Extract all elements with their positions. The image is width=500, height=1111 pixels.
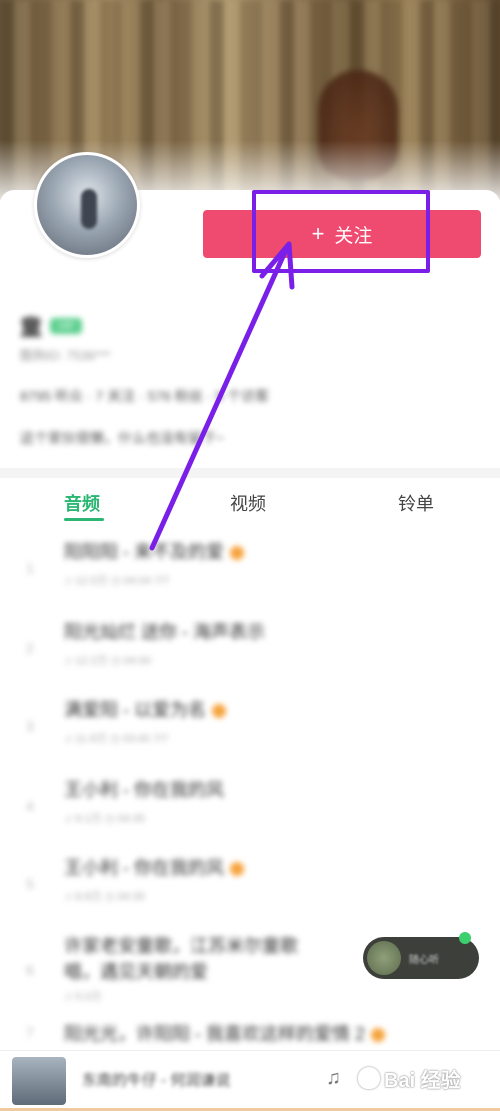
tab-audio[interactable]: 音频	[64, 490, 100, 516]
playlist-icon[interactable]: ♫	[326, 1067, 341, 1090]
profile-name: 童	[20, 315, 43, 340]
hot-icon	[230, 546, 244, 561]
profile-id: 酷狗ID: 7536***	[20, 348, 111, 363]
track-number: 1	[26, 560, 34, 576]
track-meta: ♫ 11.9万 ◷ 03:40 7/7	[64, 733, 169, 745]
track-item[interactable]: 4 王小利 - 你在我的风 ♫ 9.1万 ◷ 04:35	[0, 776, 500, 856]
hot-icon	[230, 862, 244, 877]
mini-player-label: 随心听	[409, 954, 439, 966]
section-divider	[0, 468, 500, 478]
follow-label: 关注	[334, 225, 373, 247]
plus-icon: +	[311, 221, 325, 246]
hot-icon	[212, 704, 226, 719]
follow-button[interactable]: + 关注	[203, 210, 481, 258]
track-item[interactable]: 2 阳光灿烂 送你 - 海声表示 ♫ 12.2万 ◷ 04:00	[0, 618, 500, 698]
track-number: 6	[26, 962, 34, 978]
mini-player-avatar	[367, 941, 401, 975]
track-meta: ♫ 8.8万 ◷ 04:35	[64, 891, 145, 903]
track-number: 3	[26, 718, 34, 734]
track-number: 5	[26, 876, 34, 892]
track-meta: ♫ 5.0万	[64, 991, 102, 1003]
track-meta: ♫ 12.2万 ◷ 04:00	[64, 655, 151, 667]
track-title: 王小利 - 你在我的风	[64, 854, 244, 880]
track-title-line2: 唱，遇见天朝的爱	[64, 962, 208, 982]
track-number: 7	[26, 1024, 34, 1040]
track-title: 王小利 - 你在我的风	[64, 780, 224, 800]
now-playing-cover[interactable]	[12, 1057, 66, 1105]
baidu-jingyan-watermark: Bai 经验	[358, 1058, 488, 1098]
track-title: 许家老安童歌，江苏米尔童歌	[64, 936, 298, 956]
guitar-illustration	[318, 70, 398, 180]
track-item[interactable]: 3 满爱阳 - 以爱为名 ♫ 11.9万 ◷ 03:40 7/7	[0, 696, 500, 776]
now-playing-title: 东南的牛仔 - 何润谦说	[82, 1072, 231, 1089]
profile-bio: 这个家伙很懒，什么也没有留下~	[20, 430, 225, 446]
profile-name-row: 童 VIP	[20, 310, 83, 342]
track-number: 2	[26, 640, 34, 656]
track-meta: ♫ 9.1万 ◷ 04:35	[64, 813, 145, 825]
vip-badge: VIP	[50, 318, 83, 334]
track-title: 阳光光，许阳阳 - 我喜欢这样的爱情 2	[64, 1020, 386, 1046]
tab-video[interactable]: 视频	[230, 490, 266, 516]
online-status-dot	[459, 932, 471, 944]
track-meta: ♫ 12.5万 ◷ 04:04 7/7	[64, 575, 170, 587]
content-tabs: 音频 视频 铃单	[0, 478, 500, 534]
hot-icon	[371, 1028, 386, 1043]
paw-logo-icon	[358, 1067, 380, 1089]
track-title: 阳光灿烂 送你 - 海声表示	[64, 622, 265, 642]
tab-ringtone-list[interactable]: 铃单	[398, 490, 434, 516]
watermark-text: Bai 经验	[384, 1069, 461, 1092]
track-title: 满爱阳 - 以爱为名	[64, 696, 226, 722]
track-item[interactable]: 7 阳光光，许阳阳 - 我喜欢这样的爱情 2	[0, 1020, 500, 1048]
user-avatar[interactable]	[34, 152, 140, 258]
track-number: 4	[26, 798, 34, 814]
track-item[interactable]: 1 阳阳阳 - 来不及的爱 ♫ 12.5万 ◷ 04:04 7/7	[0, 538, 500, 618]
tab-active-indicator	[64, 518, 104, 521]
track-item[interactable]: 5 王小利 - 你在我的风 ♫ 8.8万 ◷ 04:35	[0, 854, 500, 934]
profile-stats[interactable]: 8795 听众 · 7 关注 · 576 粉丝 · 5 个访客	[20, 386, 269, 406]
track-title: 阳阳阳 - 来不及的爱	[64, 538, 244, 564]
